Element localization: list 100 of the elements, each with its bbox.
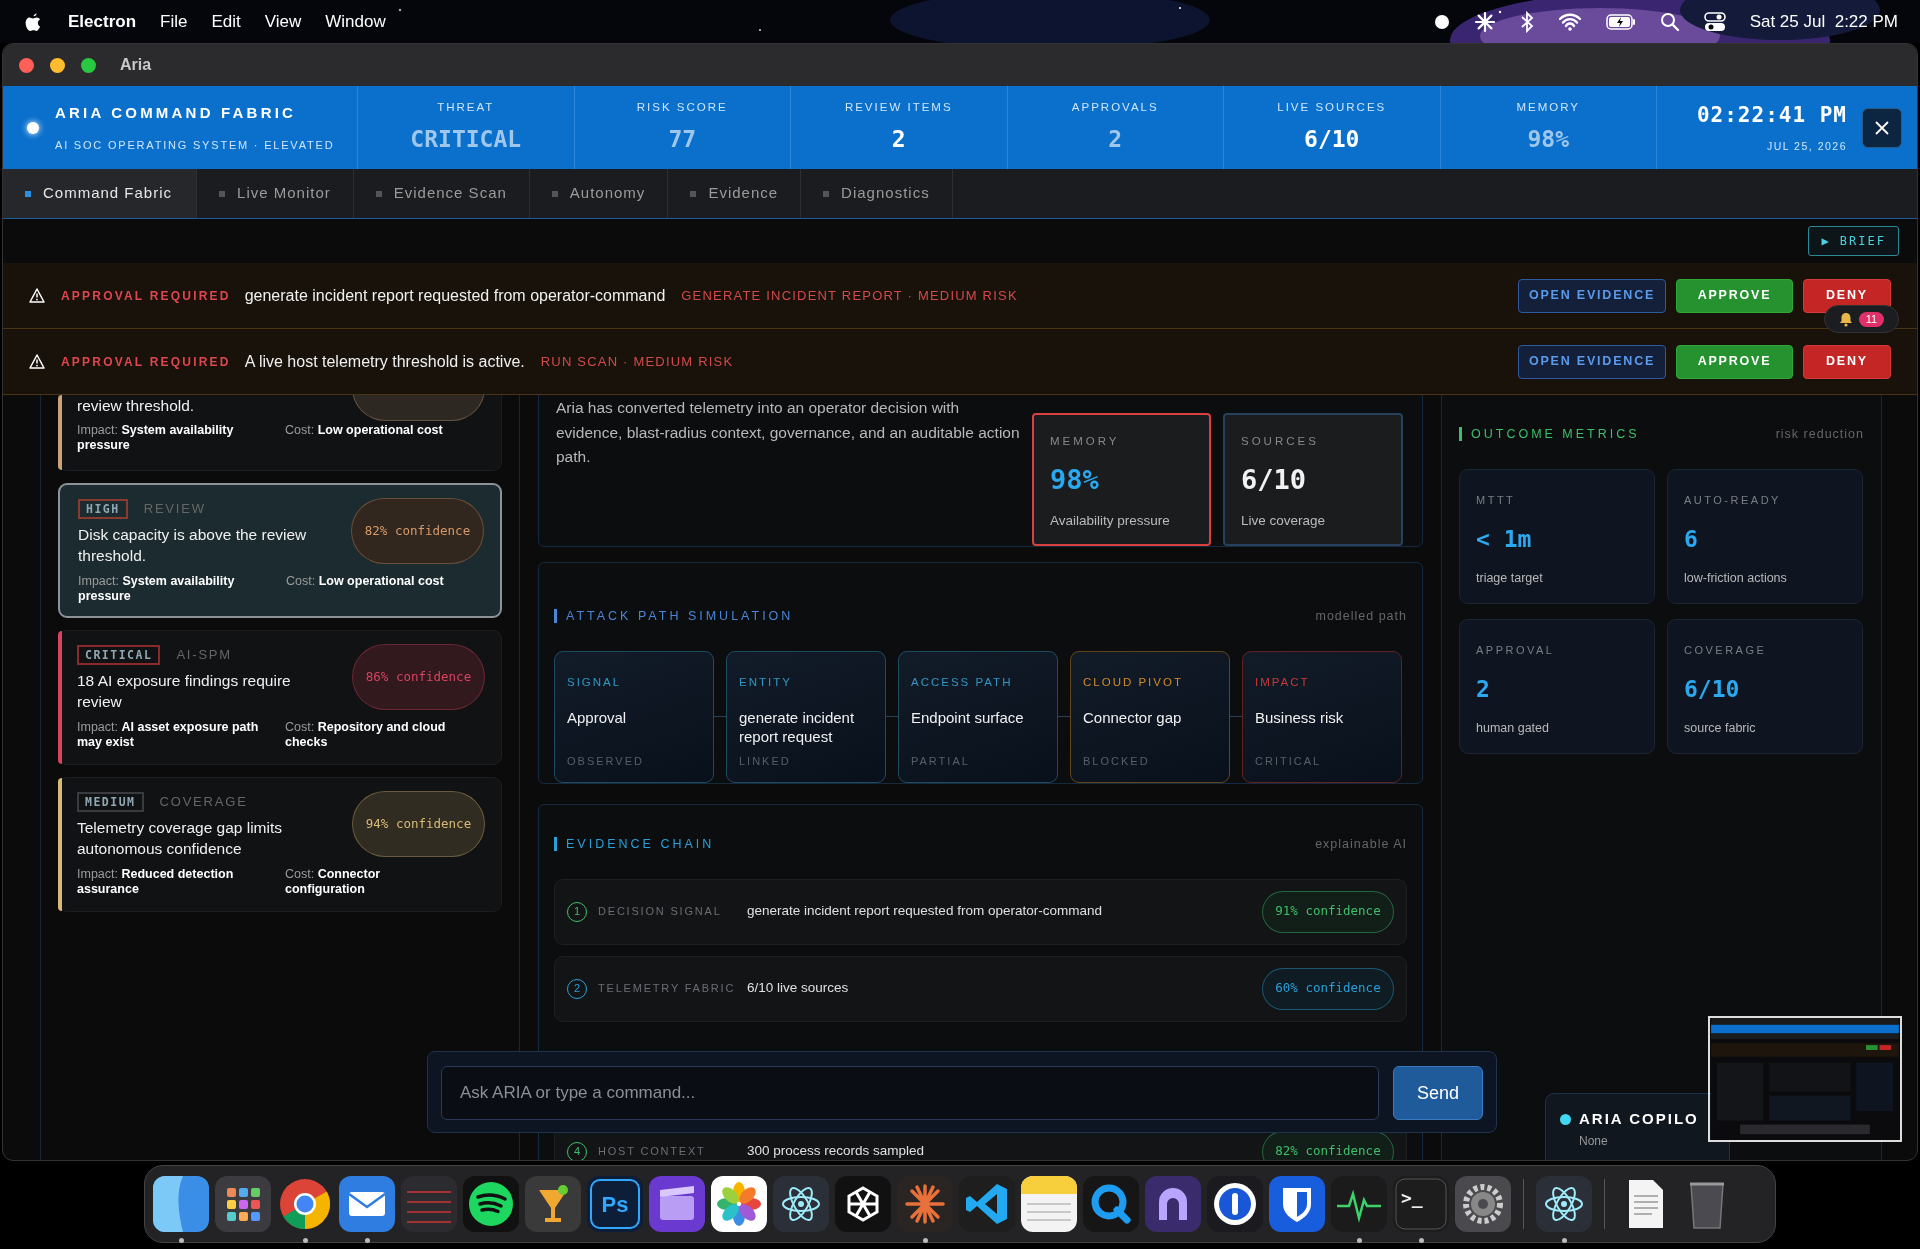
deny-button[interactable]: DENY — [1803, 344, 1891, 379]
step-label: HOST CONTEXT — [598, 1144, 707, 1160]
circle-icon[interactable] — [1433, 13, 1450, 30]
copilot-panel[interactable]: ARIA COPILO None — [1545, 1093, 1730, 1160]
keyhole-icon[interactable] — [1207, 1176, 1263, 1232]
battery-icon[interactable] — [1605, 13, 1636, 30]
card-caption: Availability pressure — [1050, 511, 1171, 530]
metric-value: 6/10 — [1684, 675, 1741, 705]
notepad-icon[interactable] — [1021, 1176, 1077, 1232]
node-label: ENTITY — [739, 674, 793, 690]
zoom-button[interactable] — [81, 57, 96, 73]
ring-tail-icon[interactable] — [1083, 1176, 1139, 1232]
copilot-title: ARIA COPILO — [1579, 1109, 1699, 1129]
bluetooth-icon[interactable] — [1519, 10, 1534, 33]
command-input[interactable]: Ask ARIA or type a command... — [441, 1066, 1379, 1120]
pulse-icon[interactable] — [1331, 1176, 1387, 1232]
app-menu[interactable]: Electron — [68, 8, 137, 35]
step-text: 300 process records sampled — [747, 1142, 925, 1160]
confidence-pill: 60% confidence — [1262, 967, 1394, 1010]
metric-caption: low-friction actions — [1684, 569, 1788, 587]
stat-label: THREAT — [436, 99, 496, 115]
sparkle-icon[interactable] — [1473, 10, 1496, 33]
node-label: SIGNAL — [567, 674, 623, 690]
copilot-status: None — [1579, 1132, 1609, 1150]
tab[interactable]: Live Monitor — [197, 169, 354, 218]
letter-tile-icon[interactable]: Ps — [587, 1176, 643, 1232]
shield-icon[interactable] — [1269, 1176, 1325, 1232]
tricolor-circle-icon[interactable] — [277, 1176, 333, 1232]
risk-detail: RUN SCAN · MEDIUM RISK — [540, 352, 734, 371]
menubar-clock[interactable]: Sat 25 Jul 2:22 PM — [1749, 8, 1898, 35]
severity-tag: HIGH — [78, 499, 128, 519]
tab[interactable]: Autonomy — [529, 169, 669, 218]
toggle-icon[interactable] — [1703, 11, 1726, 32]
ribbon-icon[interactable] — [959, 1176, 1015, 1232]
close-button[interactable] — [1862, 107, 1902, 148]
menu-item[interactable]: View — [264, 8, 302, 35]
close-icon — [1875, 120, 1889, 135]
search-icon[interactable] — [1659, 11, 1680, 32]
drink-icon[interactable] — [525, 1176, 581, 1232]
tab[interactable]: Evidence Scan — [353, 169, 530, 218]
sound-waves-icon[interactable] — [463, 1176, 519, 1232]
knot-icon[interactable] — [835, 1176, 891, 1232]
node-title: Connector gap — [1083, 708, 1183, 727]
step-text: generate incident report requested from operator-command — [747, 902, 1102, 921]
approve-button[interactable]: APPROVE — [1676, 344, 1793, 379]
atom-icon[interactable] — [1536, 1176, 1592, 1232]
finding-title: review threshold. — [77, 396, 196, 416]
starburst-icon[interactable] — [897, 1176, 953, 1232]
severity-tag: CRITICAL — [77, 645, 161, 665]
send-button[interactable]: Send — [1393, 1066, 1483, 1120]
bullet-icon — [690, 190, 697, 197]
wifi-icon[interactable] — [1557, 11, 1582, 32]
grid-icon[interactable] — [215, 1176, 271, 1232]
menu-item[interactable]: Edit — [211, 8, 241, 35]
hood-icon[interactable] — [1145, 1176, 1201, 1232]
confidence-pill: 82% confidence — [351, 498, 484, 564]
approve-button[interactable]: APPROVE — [1676, 278, 1793, 313]
node-status: BLOCKED — [1083, 754, 1151, 770]
impact-text: Impact: AI asset exposure path may exist — [77, 720, 260, 750]
cost-text: Cost: Repository and cloud checks — [285, 720, 447, 750]
menu-item[interactable]: Window — [325, 8, 386, 35]
notification-badge[interactable]: 11 — [1824, 305, 1899, 333]
stat-label: REVIEW ITEMS — [843, 99, 954, 115]
minimize-button[interactable] — [50, 57, 65, 73]
cost-text: Cost: Low operational cost — [285, 423, 444, 439]
gear-icon[interactable] — [1455, 1176, 1511, 1232]
atom-icon[interactable] — [773, 1176, 829, 1232]
envelope-icon[interactable] — [339, 1176, 395, 1232]
connector-line — [1058, 716, 1070, 718]
tab[interactable]: Command Fabric — [3, 169, 198, 218]
warning-icon — [29, 288, 45, 303]
evidence-button[interactable]: OPEN EVIDENCE — [1518, 344, 1666, 379]
evidence-button[interactable]: OPEN EVIDENCE — [1518, 278, 1666, 313]
node-status: LINKED — [739, 754, 792, 770]
split-square-icon[interactable] — [153, 1176, 209, 1232]
clock-time: 02:22:41 PM — [1696, 101, 1847, 129]
count-badge: 11 — [1858, 311, 1885, 327]
app-subtitle: AI SOC OPERATING SYSTEM · ELEVATED — [55, 138, 335, 153]
panel-title: ATTACK PATH SIMULATION — [554, 609, 794, 624]
panel-note: risk reduction — [1775, 426, 1864, 443]
flower-icon[interactable] — [711, 1176, 767, 1232]
window-title: Aria — [120, 55, 152, 75]
approval-message: generate incident report requested from operator-command — [244, 285, 666, 306]
bullet-icon — [25, 190, 31, 197]
connector-line — [1230, 716, 1242, 718]
stat-label: LIVE SOURCES — [1276, 99, 1388, 115]
risk-detail: GENERATE INCIDENT REPORT · MEDIUM RISK — [681, 286, 1018, 305]
clock-date: JUL 25, 2026 — [1766, 139, 1847, 155]
status-dot — [1560, 1113, 1571, 1125]
node-status: CRITICAL — [1255, 754, 1323, 770]
node-title: Business risk — [1255, 708, 1345, 727]
tab[interactable]: Diagnostics — [801, 169, 953, 218]
menu-item[interactable]: File — [160, 8, 188, 35]
tab[interactable]: Evidence — [668, 169, 802, 218]
close-button[interactable] — [19, 57, 34, 73]
clapper-icon[interactable] — [649, 1176, 705, 1232]
brief-button[interactable]: ▶ BRIEF — [1808, 226, 1899, 256]
stat-label: RISK SCORE — [635, 99, 729, 115]
metric-label: APPROVAL — [1476, 642, 1556, 658]
panel-note: modelled path — [1315, 608, 1407, 625]
